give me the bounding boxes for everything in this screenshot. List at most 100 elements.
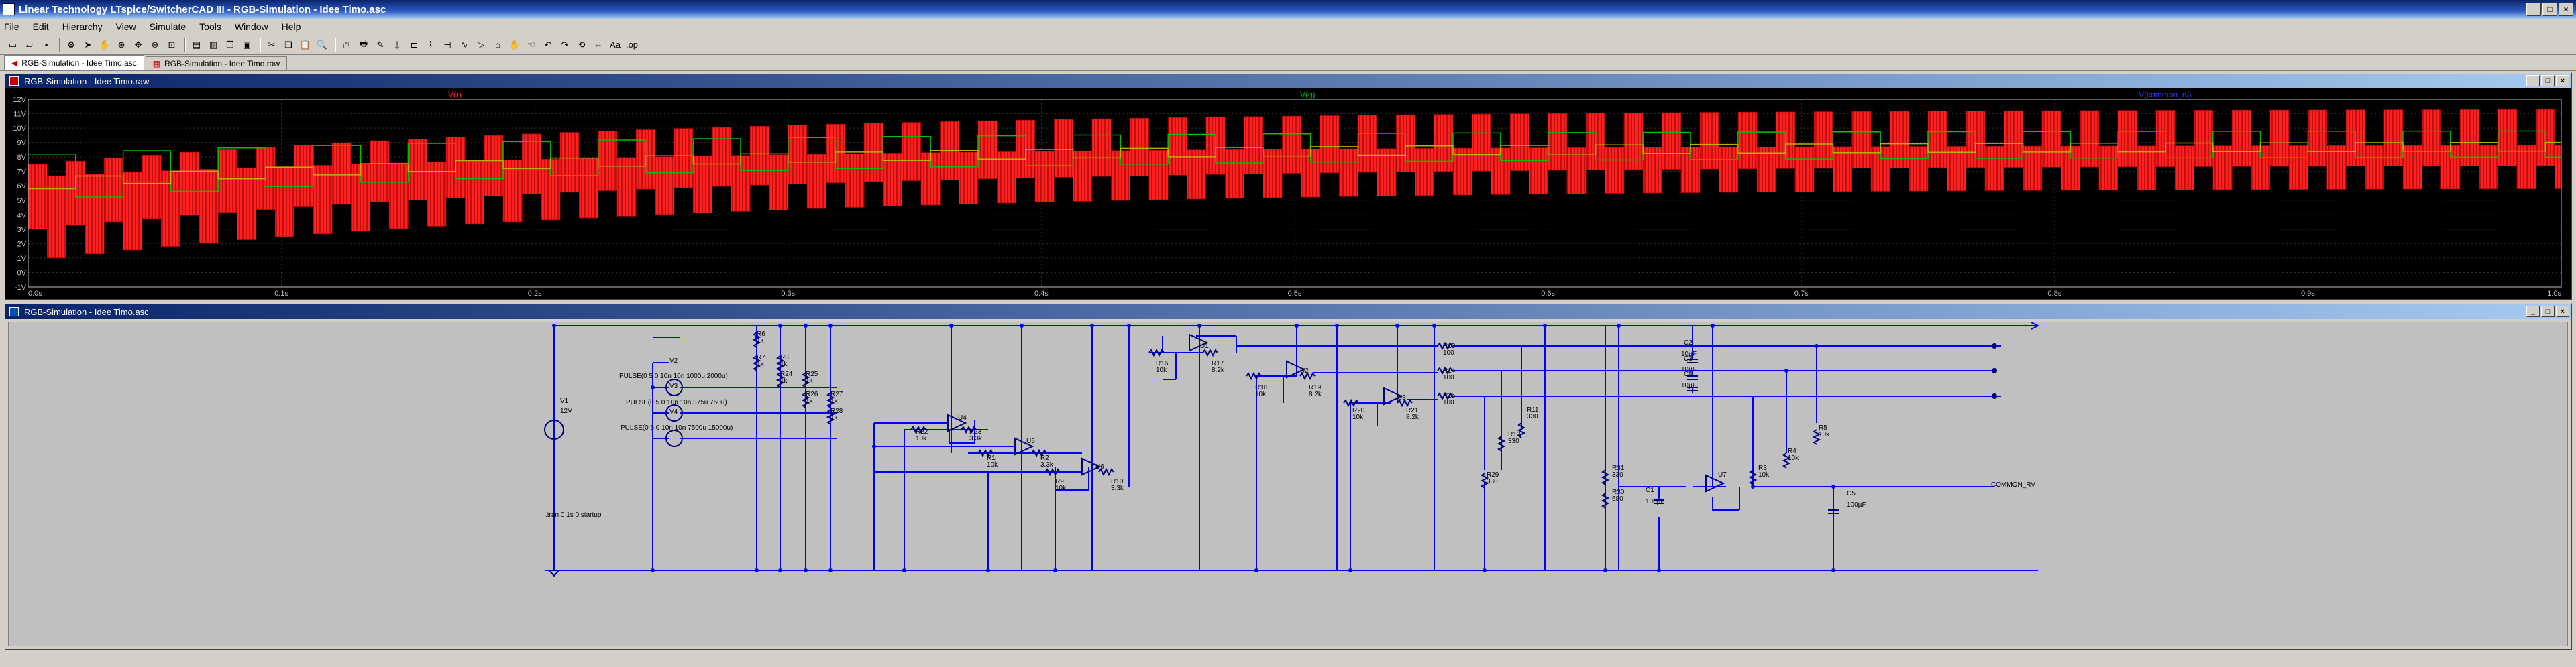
schematic-close-button[interactable]: ×	[2556, 306, 2569, 317]
wire-icon[interactable]: ✎	[373, 38, 388, 52]
redo-icon[interactable]: ↷	[557, 38, 572, 52]
junction-dot	[872, 444, 876, 448]
component-label: 10µF	[1681, 382, 1697, 389]
schematic-maximize-button[interactable]: □	[2541, 306, 2555, 317]
zoom-area-icon[interactable]: ⊕	[114, 38, 129, 52]
tab-waveform[interactable]: ▦ RGB-Simulation - Idee Timo.raw	[145, 56, 288, 70]
save-icon[interactable]: ▪	[39, 38, 54, 52]
component-label: 3.3k	[1040, 461, 1054, 469]
paste-icon[interactable]: 📋	[298, 38, 313, 52]
menu-hierarchy[interactable]: Hierarchy	[62, 21, 103, 32]
x-tick-label: 1.0s	[2547, 290, 2561, 298]
component-label: U6	[1095, 463, 1104, 471]
schematic-drawing[interactable]: R61kR71kR81kV2R241kR251kPULSE(0 5 0 10n …	[9, 322, 2570, 648]
menu-file[interactable]: File	[4, 21, 19, 32]
menu-help[interactable]: Help	[282, 21, 301, 32]
x-tick-label: 0.3s	[781, 290, 795, 298]
junction-dot	[1657, 568, 1661, 572]
component-label: 10k	[1055, 485, 1067, 492]
x-tick-label: 0.7s	[1794, 290, 1809, 298]
component-label: COMMON_RV	[1991, 481, 2035, 489]
waveform-window-titlebar: RGB-Simulation - Idee Timo.raw _ □ ×	[5, 74, 2571, 88]
junction-dot	[828, 568, 833, 572]
app-icon	[3, 3, 15, 15]
junction-dot	[1432, 324, 1436, 328]
component-label: U5	[1026, 438, 1035, 445]
waveform-chart[interactable]: 12V 11V 10V 9V 8V 7V 6V 5V 4V 3V 2V 1V 0V -1V0.0s 0.1s…	[5, 88, 2571, 299]
component-label: 1k	[806, 398, 814, 405]
component-label: 10k	[916, 435, 927, 442]
tab-schematic[interactable]: ◀ RGB-Simulation - Idee Timo.asc	[4, 55, 144, 70]
document-tabs: ◀ RGB-Simulation - Idee Timo.asc ▦ RGB-S…	[0, 55, 2576, 71]
zoom-fit-icon[interactable]: ⊡	[164, 38, 179, 52]
maximize-button[interactable]: □	[2542, 3, 2557, 16]
component-icon[interactable]: ⌂	[490, 38, 505, 52]
menu-edit[interactable]: Edit	[33, 21, 49, 32]
wire	[1712, 497, 1739, 511]
y-tick-label: 8V	[17, 154, 27, 162]
legend-vr: V(r)	[448, 90, 462, 99]
junction-dot	[1053, 568, 1057, 572]
component-label: 100	[1443, 374, 1454, 381]
x-tick-label: 0.4s	[1034, 290, 1049, 298]
mirror-icon[interactable]: ⇔	[591, 38, 606, 52]
print-setup-icon[interactable]: ⎙	[339, 38, 354, 52]
close-window-icon[interactable]: ▣	[239, 38, 254, 52]
minimize-button[interactable]: _	[2526, 3, 2541, 16]
cascade-icon[interactable]: ❐	[223, 38, 237, 52]
menu-simulate[interactable]: Simulate	[150, 21, 186, 32]
halt-icon[interactable]: ✋	[97, 38, 112, 52]
resistor-icon[interactable]: ⌇	[423, 38, 438, 52]
junction-dot	[1831, 568, 1835, 572]
menu-window[interactable]: Window	[235, 21, 268, 32]
junction-dot	[1395, 324, 1399, 328]
waveform-plot[interactable]: 12V 11V 10V 9V 8V 7V 6V 5V 4V 3V 2V 1V 0V -1V 0.0s 0.1s…	[5, 88, 2571, 299]
cut-icon[interactable]: ✂	[264, 38, 279, 52]
label-net-icon[interactable]: ⊏	[407, 38, 421, 52]
diode-icon[interactable]: ▷	[474, 38, 488, 52]
schematic-minimize-button[interactable]: _	[2526, 306, 2540, 317]
junction-dot	[1711, 324, 1715, 328]
menu-tools[interactable]: Tools	[199, 21, 221, 32]
inductor-icon[interactable]: ∿	[457, 38, 472, 52]
junction-dot	[1815, 344, 1819, 348]
move-icon[interactable]: ✋	[507, 38, 522, 52]
capacitor-icon[interactable]: ⊣	[440, 38, 455, 52]
pan-icon[interactable]: ✥	[131, 38, 146, 52]
open-icon[interactable]: ▱	[22, 38, 37, 52]
component-label: 100µF	[1646, 498, 1665, 505]
zoom-out-icon[interactable]: ⊖	[148, 38, 162, 52]
component-label: 1k	[806, 377, 814, 385]
undo-icon[interactable]: ↶	[541, 38, 555, 52]
waveform-maximize-button[interactable]: □	[2541, 75, 2555, 86]
waveform-minimize-button[interactable]: _	[2526, 75, 2540, 86]
x-tick-label: 0.5s	[1288, 290, 1302, 298]
component-label: PULSE(0 5 0 10n 10n 375u 750u)	[626, 399, 727, 406]
text-icon[interactable]: Aa	[608, 38, 623, 52]
run-icon[interactable]: ➤	[80, 38, 95, 52]
junction-dot	[1197, 324, 1201, 328]
ground-icon[interactable]: ⏚	[390, 38, 405, 52]
tile-vertical-icon[interactable]: ▥	[206, 38, 221, 52]
component-label: 330	[1612, 471, 1623, 479]
find-icon[interactable]: 🔍	[315, 38, 329, 52]
junction-dot	[1784, 369, 1788, 373]
control-panel-icon[interactable]: ⚙	[64, 38, 78, 52]
drag-icon[interactable]: ☜	[524, 38, 539, 52]
component-label: U2	[1300, 367, 1309, 375]
menu-view[interactable]: View	[116, 21, 136, 32]
new-schematic-icon[interactable]: ▭	[5, 38, 20, 52]
tile-horizontal-icon[interactable]: ▤	[189, 38, 204, 52]
close-button[interactable]: ×	[2559, 3, 2573, 16]
y-tick-label: 2V	[17, 240, 27, 248]
y-tick-label: 6V	[17, 182, 27, 190]
schematic-canvas[interactable]: R6 1k R7 1k R8 1k V2 R24 1k R25 1k PULSE(0 5 0 10n …	[8, 322, 2568, 646]
component-label: 1k	[780, 377, 788, 385]
spice-directive-icon[interactable]: .op	[625, 38, 639, 52]
waveform-close-button[interactable]: ×	[2556, 75, 2569, 86]
rotate-icon[interactable]: ⟲	[574, 38, 589, 52]
copy-icon[interactable]: ❏	[281, 38, 296, 52]
print-icon[interactable]: 🖶	[356, 38, 371, 52]
junction-dot	[778, 568, 782, 572]
component-label: 3.3k	[1111, 485, 1124, 492]
